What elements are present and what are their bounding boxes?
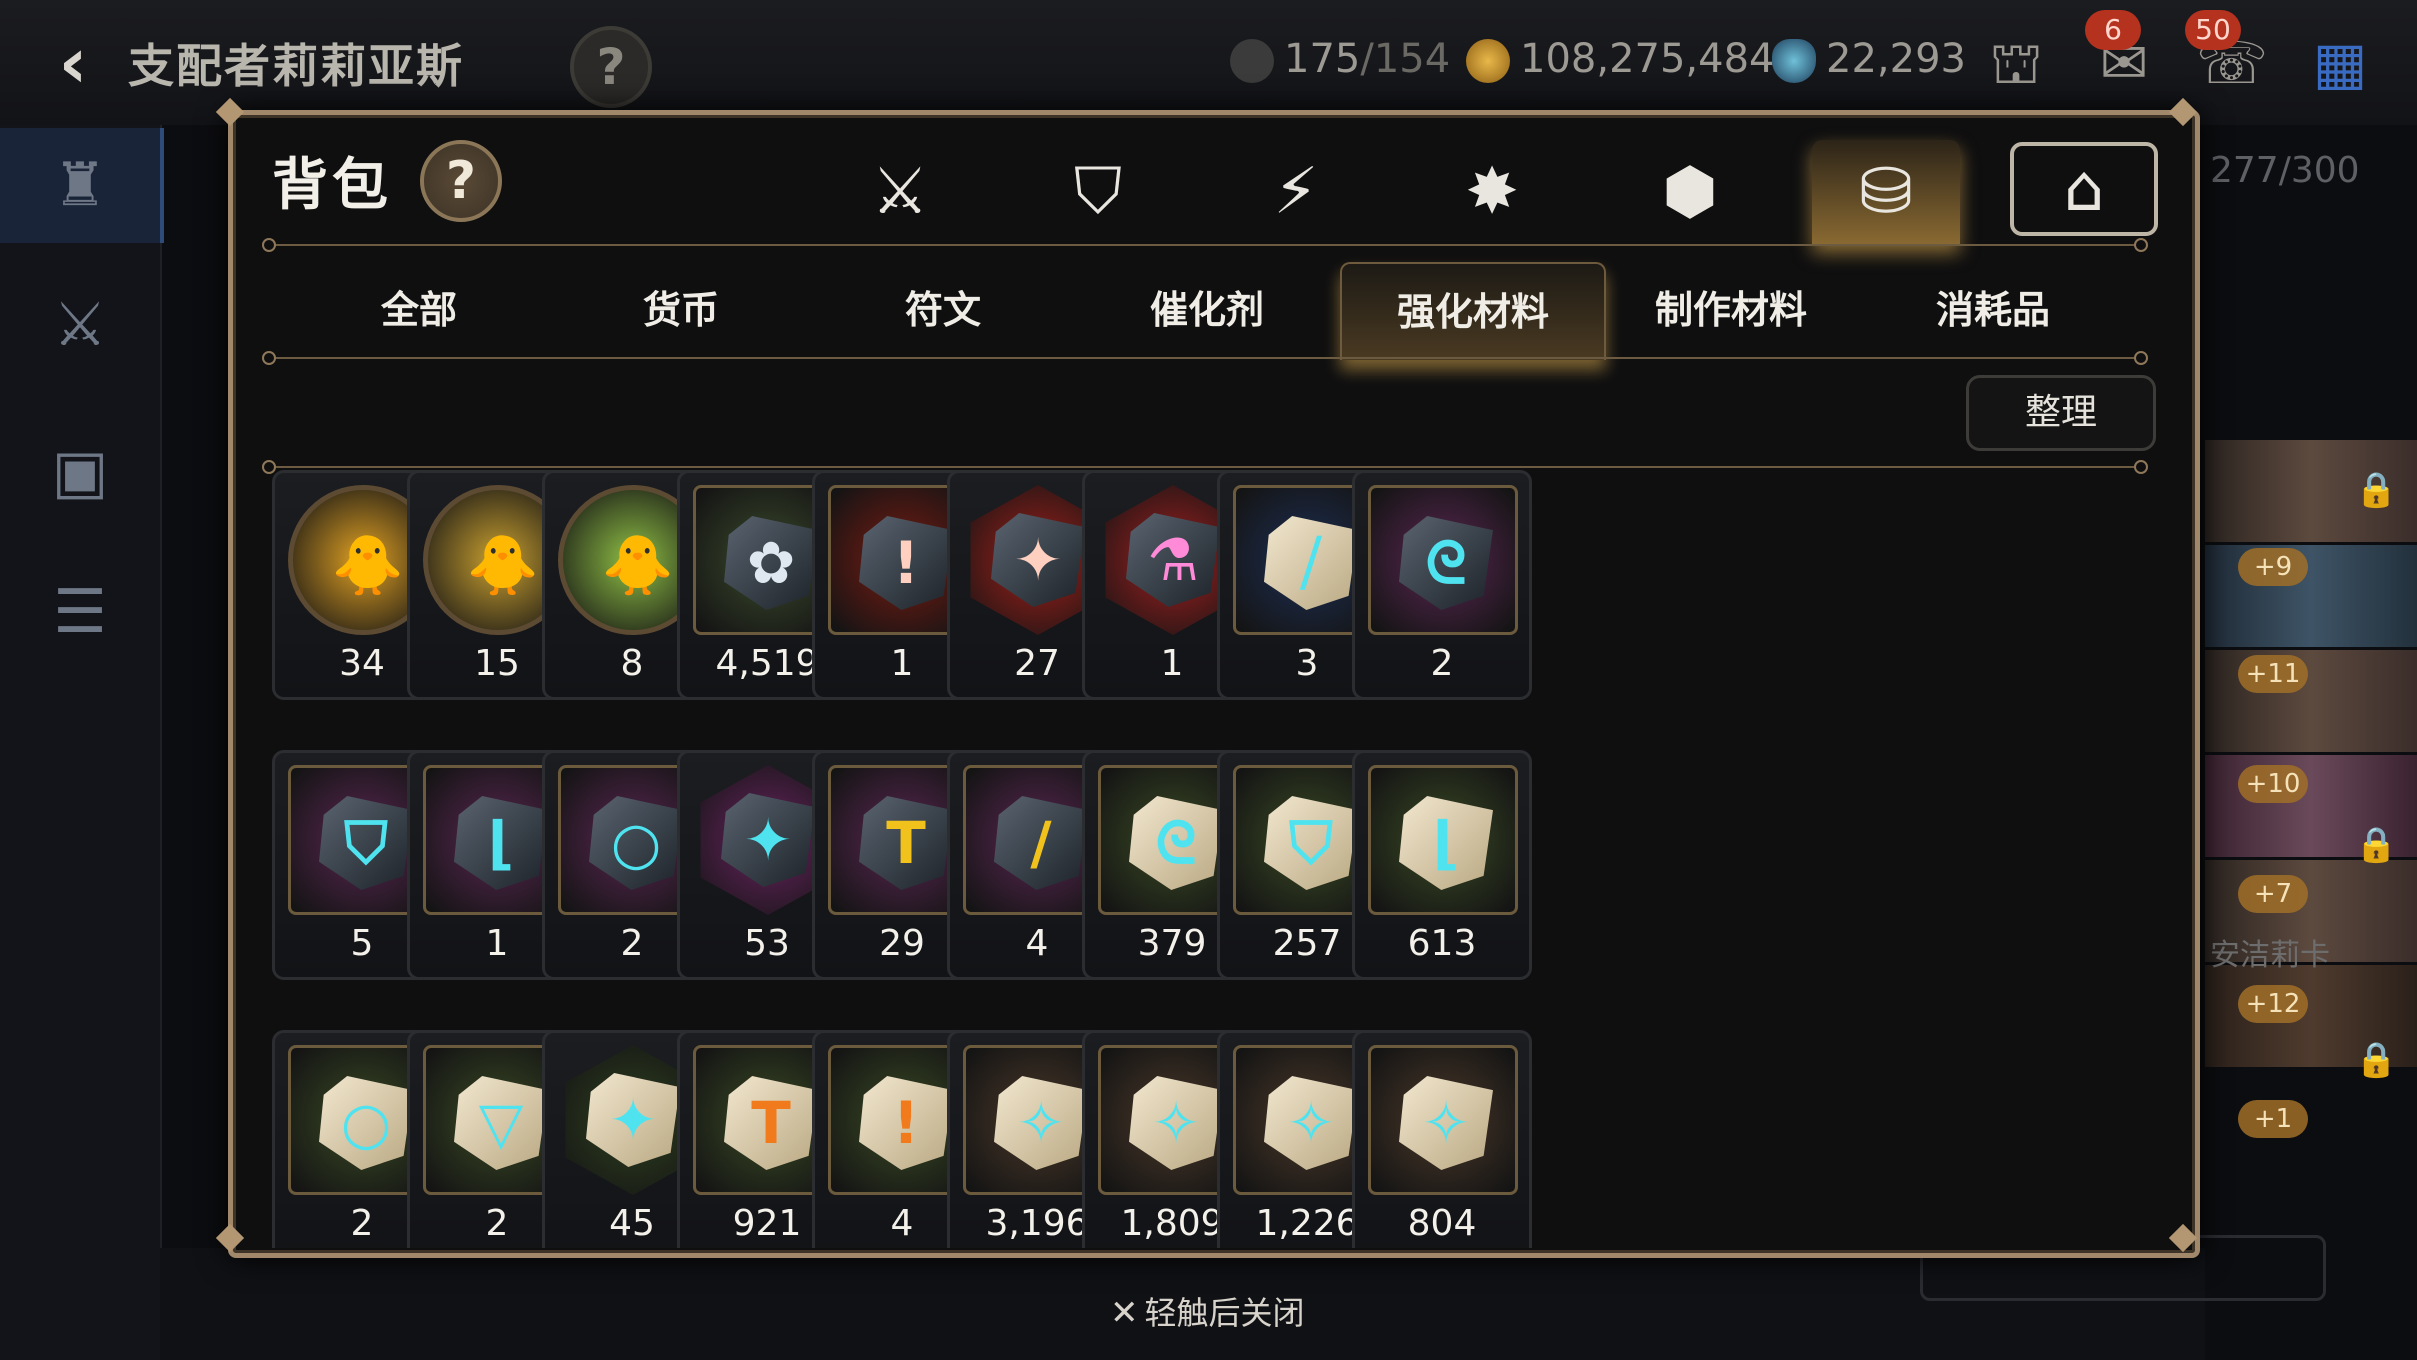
back-arrow-icon[interactable]: ‹ <box>38 28 108 98</box>
item-grid: 🐥 34 🐥 15 🐥 8 ✿ 4,519! 1 ✦ 27 ⚗ 1 ⧸ 3 ᘓ 2 ⛉ 5 ⌊ 1 ○ 2 ✦ 53 T 29/4 ᘓ… <box>272 470 2142 1248</box>
chat-badge: 50 <box>2185 10 2241 50</box>
category-tab-cube-icon[interactable]: ⬢ <box>1616 140 1764 245</box>
hero-portrait[interactable] <box>2205 545 2417 650</box>
divider-dot <box>2134 238 2148 252</box>
hero-count: 277/300 <box>2210 150 2360 191</box>
sub-tab[interactable]: 催化剂 <box>1076 262 1338 358</box>
category-tab-backpack-icon[interactable]: ⛁ <box>1812 140 1960 245</box>
plus-level-tag: +1 <box>2238 1100 2308 1138</box>
category-tab-sword-shield-icon[interactable]: ⚔ <box>826 140 974 245</box>
sub-tab[interactable]: 强化材料 <box>1340 262 1606 360</box>
cyan-crest-gem-icon: ᘓ <box>1368 485 1518 635</box>
inventory-item-slot[interactable]: ⌊ 613 <box>1352 750 1532 980</box>
divider-dot <box>262 238 276 252</box>
hero-name-title: 支配者莉莉亚斯 <box>128 39 464 93</box>
gold-display[interactable]: 108,275,484 <box>1466 36 1774 83</box>
plus-level-tag: +7 <box>2238 875 2308 913</box>
plus-level-tag: +11 <box>2238 655 2308 693</box>
lock-icon: 🔒 <box>2355 825 2398 865</box>
boot-stone-icon: ⌊ <box>1368 765 1518 915</box>
inventory-item-slot[interactable]: ✧ 804 <box>1352 1030 1532 1248</box>
sidebar-scroll-icon[interactable]: ☰ <box>0 555 160 670</box>
boot-fragment-icon: ✧ <box>1368 1045 1518 1195</box>
divider <box>268 357 2144 359</box>
plus-level-tag: +12 <box>2238 985 2308 1023</box>
sidebar-helmet-icon[interactable]: ♜ <box>0 128 164 243</box>
mail-badge: 6 <box>2085 10 2141 50</box>
item-quantity: 613 <box>1407 923 1477 964</box>
sub-tab[interactable]: 制作材料 <box>1600 262 1862 358</box>
item-glyph: ✧ <box>1421 1089 1471 1157</box>
crystal-value: 22,293 <box>1826 36 1966 82</box>
item-glyph: ⌊ <box>1432 809 1460 877</box>
stamina-value: 175 <box>1284 36 1361 82</box>
plus-level-tag: +10 <box>2238 765 2308 803</box>
crystal-icon <box>1772 39 1816 83</box>
divider <box>268 466 2144 468</box>
sort-button[interactable]: 整理 <box>1966 375 2156 451</box>
gold-coin-icon <box>1466 39 1510 83</box>
close-hint-label: 轻触后关闭 <box>1144 1294 1305 1332</box>
hero-portrait[interactable] <box>2205 650 2417 755</box>
menu-grid-icon[interactable]: ▦ <box>2300 24 2380 102</box>
plus-level-tag: +9 <box>2238 548 2308 586</box>
item-glyph: ᘓ <box>1425 529 1467 597</box>
item-quantity: 2 <box>1430 643 1454 684</box>
category-tab-broken-shield-icon[interactable]: ⛉ <box>1024 140 1172 245</box>
category-tab-storage-icon[interactable]: ⌂ <box>2010 142 2158 236</box>
guild-icon[interactable]: ⛫ <box>1976 24 2056 102</box>
inventory-help-button[interactable]: ? <box>420 140 502 222</box>
top-help-button[interactable]: ? <box>570 26 652 108</box>
stamina-icon <box>1230 39 1274 83</box>
lock-icon: 🔒 <box>2355 470 2398 510</box>
close-icon: ✕ <box>1110 1293 1139 1333</box>
lock-icon: 🔒 <box>2355 1040 2398 1080</box>
crystal-display[interactable]: 22,293 <box>1772 36 1966 83</box>
sub-tab[interactable]: 货币 <box>550 262 812 358</box>
inventory-item-slot[interactable]: ᘓ2 <box>1352 470 1532 700</box>
inventory-title: 背包 <box>272 153 392 218</box>
gold-value: 108,275,484 <box>1520 36 1775 82</box>
category-tab-burst-icon[interactable]: ✸ <box>1418 140 1566 245</box>
stamina-display[interactable]: 175/154 <box>1230 36 1450 83</box>
sidebar-portrait-icon[interactable]: ▣ <box>0 415 160 530</box>
divider-dot <box>262 351 276 365</box>
sidebar-sword-shield-icon[interactable]: ⚔ <box>0 268 160 383</box>
hero-portrait-name: 安洁莉卡 <box>2210 938 2330 973</box>
stamina-max: /154 <box>1360 36 1451 82</box>
sub-tab[interactable]: 全部 <box>288 262 550 358</box>
category-tab-lightning-icon[interactable]: ⚡ <box>1222 140 1370 245</box>
sub-tab[interactable]: 消耗品 <box>1862 262 2124 358</box>
divider <box>268 244 2144 246</box>
divider-dot <box>2134 351 2148 365</box>
item-quantity: 804 <box>1407 1203 1477 1244</box>
close-hint[interactable]: ✕ 轻触后关闭 <box>1110 1288 1305 1334</box>
sub-tab[interactable]: 符文 <box>812 262 1074 358</box>
